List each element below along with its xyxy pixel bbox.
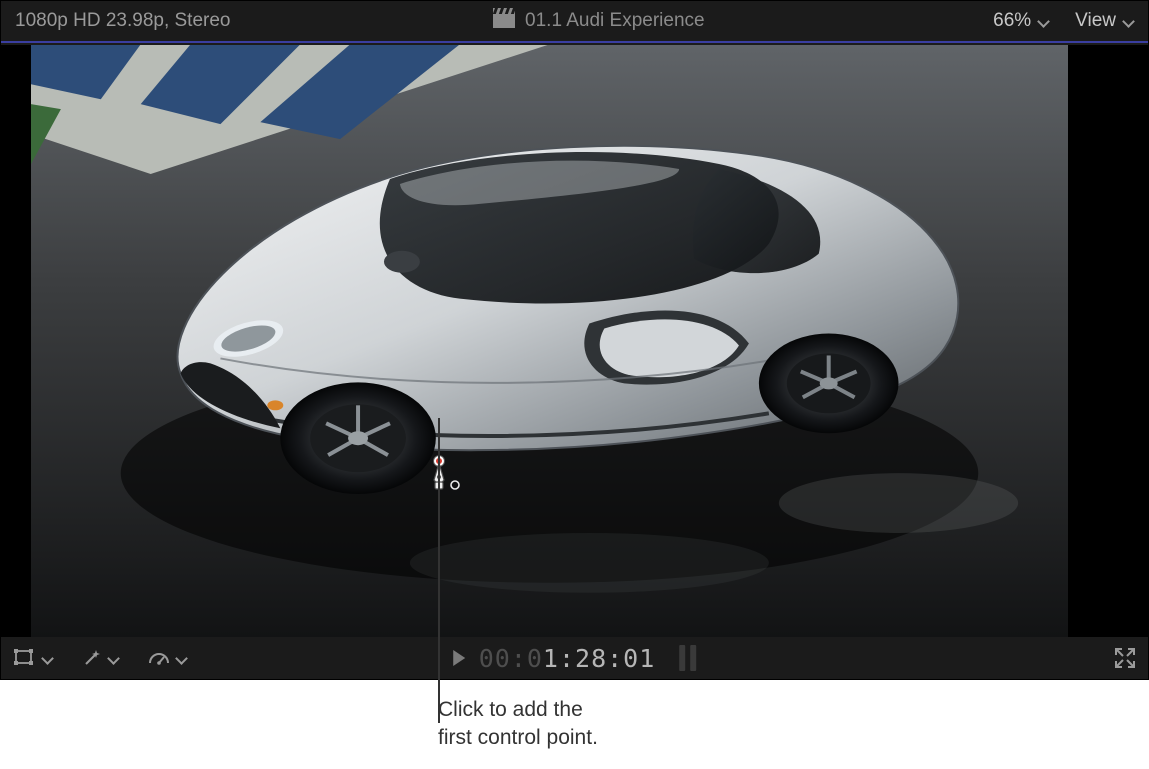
chevron-down-icon [107, 652, 119, 664]
chevron-down-icon [1122, 15, 1134, 27]
zoom-value: 66% [993, 10, 1031, 32]
transform-tool-dropdown[interactable] [13, 644, 53, 672]
chevron-down-icon [1037, 15, 1049, 27]
timecode-bright: 1:28:01 [543, 644, 655, 673]
timecode-display[interactable]: 00:01:28:01 [479, 644, 656, 673]
viewer-canvas[interactable] [1, 45, 1148, 637]
transform-icon [13, 648, 37, 668]
audio-meter [679, 645, 696, 671]
retime-tool-dropdown[interactable] [147, 644, 187, 672]
chevron-down-icon [175, 652, 187, 664]
callout-line2: first control point. [438, 726, 598, 749]
fullscreen-icon [1114, 647, 1136, 669]
play-button[interactable] [453, 650, 465, 666]
playback-controls: 00:01:28:01 [453, 644, 697, 673]
callout-text: Click to add the first control point. [438, 696, 598, 753]
clapper-icon [493, 8, 515, 34]
clip-title: 01.1 Audi Experience [525, 10, 705, 32]
zoom-dropdown[interactable]: 66% [993, 10, 1049, 32]
speedometer-icon [147, 647, 171, 669]
viewer-topbar: 1080p HD 23.98p, Stereo 01.1 Audi Experi… [1, 1, 1148, 43]
view-label: View [1075, 10, 1116, 32]
format-info: 1080p HD 23.98p, Stereo [15, 10, 231, 32]
enhance-tool-dropdown[interactable] [81, 644, 119, 672]
fullscreen-button[interactable] [1114, 647, 1136, 669]
viewer-bottombar: 00:01:28:01 [1, 637, 1148, 679]
clip-title-group[interactable]: 01.1 Audi Experience [493, 8, 705, 34]
video-frame [31, 45, 1068, 637]
magic-wand-icon [81, 647, 103, 669]
viewer-window: 1080p HD 23.98p, Stereo 01.1 Audi Experi… [0, 0, 1149, 680]
timecode-dim: 00:0 [479, 644, 543, 673]
callout-line1: Click to add the [438, 698, 583, 721]
callout-leader-line [438, 418, 440, 723]
chevron-down-icon [41, 652, 53, 664]
view-dropdown[interactable]: View [1075, 10, 1134, 32]
